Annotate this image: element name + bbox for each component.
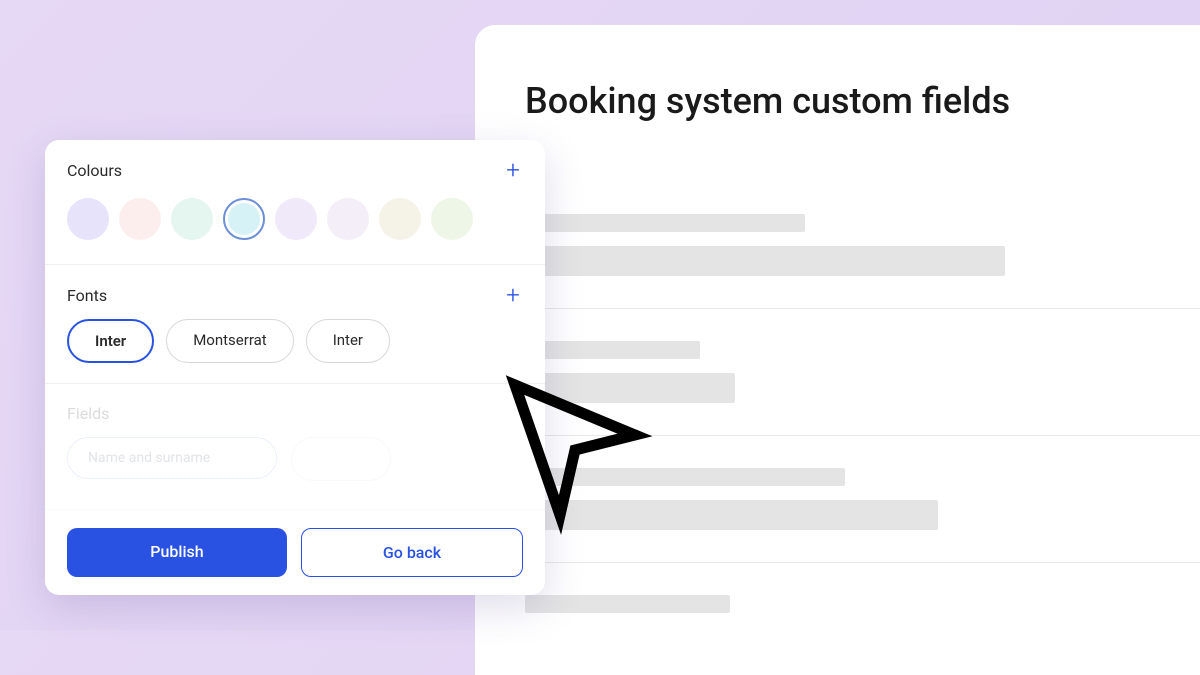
- field-input-placeholder: [525, 500, 938, 530]
- font-option[interactable]: Inter: [306, 319, 390, 363]
- form-field-group: [525, 436, 1200, 563]
- font-options: Inter Montserrat Inter: [67, 319, 523, 363]
- field-label-placeholder: [525, 341, 700, 359]
- publish-button[interactable]: Publish: [67, 528, 287, 577]
- colour-swatch[interactable]: [171, 198, 213, 240]
- form-field-group: [525, 182, 1200, 309]
- page-title: Booking system custom fields: [525, 80, 1200, 122]
- fields-section: Fields Name and surname: [45, 384, 545, 510]
- customization-sidebar: Colours + Fonts + Inter Montserrat Inter F…: [45, 140, 545, 595]
- add-colour-button[interactable]: +: [503, 160, 523, 180]
- field-secondary-input[interactable]: [291, 437, 391, 481]
- fields-label: Fields: [67, 404, 109, 423]
- field-label-placeholder: [525, 214, 805, 232]
- add-font-button[interactable]: +: [503, 285, 523, 305]
- colour-swatch[interactable]: [67, 198, 109, 240]
- main-preview-panel: Booking system custom fields: [475, 25, 1200, 675]
- font-option[interactable]: Inter: [67, 319, 154, 363]
- colour-swatch[interactable]: [327, 198, 369, 240]
- colours-section: Colours +: [45, 140, 545, 265]
- field-label-placeholder: [525, 595, 730, 613]
- form-field-group: [525, 563, 1200, 645]
- colour-swatch[interactable]: [223, 198, 265, 240]
- fonts-section: Fonts + Inter Montserrat Inter: [45, 265, 545, 384]
- colour-swatch[interactable]: [275, 198, 317, 240]
- font-option[interactable]: Montserrat: [166, 319, 293, 363]
- go-back-button[interactable]: Go back: [301, 528, 523, 577]
- form-field-group: [525, 309, 1200, 436]
- field-input-placeholder: [525, 246, 1005, 276]
- field-name-input[interactable]: Name and surname: [67, 437, 277, 479]
- field-label-placeholder: [525, 468, 845, 486]
- colours-label: Colours: [67, 161, 122, 180]
- colour-swatch[interactable]: [119, 198, 161, 240]
- fonts-label: Fonts: [67, 286, 107, 305]
- action-bar: Publish Go back: [45, 510, 545, 595]
- colour-swatches: [67, 194, 523, 244]
- colour-swatch[interactable]: [431, 198, 473, 240]
- field-input-placeholder: [525, 373, 735, 403]
- colour-swatch[interactable]: [379, 198, 421, 240]
